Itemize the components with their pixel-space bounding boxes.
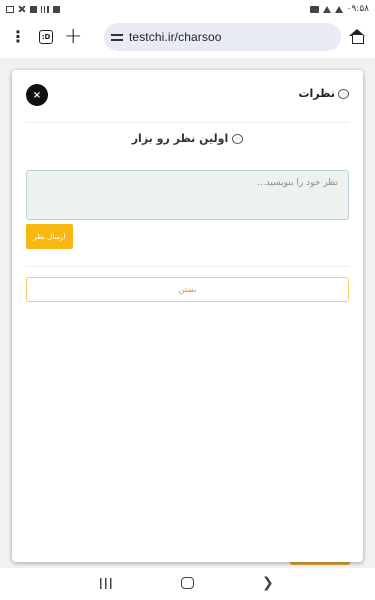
status-icons-left xyxy=(6,5,60,13)
plus-icon[interactable]: + xyxy=(64,26,82,48)
recent-apps-icon[interactable] xyxy=(100,578,112,589)
modal-title: ··· نظرات xyxy=(298,87,349,100)
warning-icon xyxy=(322,5,331,13)
status-bar: ۰۹:۵۸ xyxy=(0,0,375,18)
tabs-icon[interactable]: :D xyxy=(39,30,53,44)
chat-bubble-icon: ··· xyxy=(338,88,349,99)
system-nav-bar: ❯ xyxy=(0,568,375,600)
comment-input[interactable] xyxy=(26,170,349,220)
clock: ۰۹:۵۸ xyxy=(346,4,369,14)
comments-modal: × ··· نظرات ··· اولین نظر رو بزار ارسال … xyxy=(12,70,363,562)
close-icon[interactable]: × xyxy=(26,84,48,106)
close-button[interactable]: بستن xyxy=(26,277,349,302)
mute-icon xyxy=(18,5,26,13)
usb-icon xyxy=(334,5,343,13)
back-icon[interactable]: ❯ xyxy=(262,576,274,590)
tune-icon[interactable] xyxy=(111,32,123,42)
submit-comment-button[interactable]: ارسال نظر xyxy=(26,224,73,249)
signal-icon xyxy=(41,5,49,13)
divider xyxy=(26,122,349,123)
modal-title-text: نظرات xyxy=(298,87,335,100)
chat-bubble-icon: ··· xyxy=(232,133,244,144)
divider xyxy=(26,266,349,267)
folder-icon xyxy=(309,5,319,13)
more-vert-icon[interactable]: ⋮ xyxy=(3,22,33,52)
home-circle-icon[interactable] xyxy=(181,577,194,589)
battery-icon xyxy=(53,5,60,13)
data-icon xyxy=(30,5,37,13)
status-icons-right: ۰۹:۵۸ xyxy=(309,4,369,14)
gallery-notification-icon xyxy=(6,5,14,13)
empty-message: ··· اولین نظر رو بزار xyxy=(26,132,349,145)
browser-toolbar: ⋮ :D + testchi.ir/charsoo xyxy=(0,20,375,54)
address-bar[interactable]: testchi.ir/charsoo xyxy=(104,23,341,51)
home-icon[interactable] xyxy=(349,29,365,44)
empty-message-text: اولین نظر رو بزار xyxy=(131,132,229,145)
url-text[interactable]: testchi.ir/charsoo xyxy=(129,30,222,44)
